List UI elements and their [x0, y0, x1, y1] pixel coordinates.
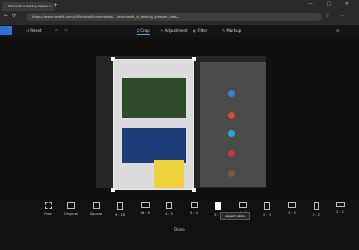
- crop-handle-top-right[interactable]: [192, 57, 196, 61]
- ratio-3-2[interactable]: 3 : 2: [280, 202, 304, 215]
- filter-icon: ◐: [193, 28, 197, 33]
- sidebar-avatar: [228, 130, 235, 137]
- tab-crop[interactable]: ⌗Crop: [137, 27, 150, 35]
- sidebar-avatar: [228, 170, 235, 177]
- sidebar-avatar: [228, 150, 235, 157]
- ratio-4-5[interactable]: 4 : 5: [157, 202, 181, 216]
- sidebar-avatar: [228, 112, 235, 119]
- favorites-icon[interactable]: ☆: [325, 13, 329, 19]
- ratio-1-2-icon: [313, 202, 319, 210]
- tooltip: Aspect ratios: [220, 212, 250, 220]
- crop-handle-bottom-right[interactable]: [192, 188, 196, 192]
- tab-markup[interactable]: ✎Markup: [222, 27, 241, 34]
- ratio-2-3[interactable]: 2 : 3: [255, 202, 279, 217]
- ratio-4-3-icon: [239, 202, 247, 208]
- done-button[interactable]: Done: [0, 227, 359, 232]
- ratio-9-16[interactable]: 9 : 16: [108, 202, 132, 217]
- tab-adjustment[interactable]: ☼Adjustment: [160, 27, 188, 34]
- free-ratio-icon: [44, 202, 52, 209]
- image-thumbnail: [154, 160, 184, 188]
- ratio-2-3-icon: [264, 202, 270, 210]
- menu-icon[interactable]: ⋯: [340, 13, 345, 19]
- ratio-square[interactable]: Square: [84, 202, 108, 216]
- cropped-image: [114, 60, 193, 189]
- ratio-1-2[interactable]: 1 : 2: [304, 202, 328, 217]
- ratio-original[interactable]: Original: [59, 202, 83, 216]
- crop-handle-bottom-left[interactable]: [111, 188, 115, 192]
- tab-filter[interactable]: ◐Filter: [193, 27, 207, 34]
- ratio-3-2-icon: [288, 202, 296, 208]
- browser-tab[interactable]: Microsoft is testing sleeper t…: [2, 2, 54, 11]
- ratio-4-5-icon: [166, 202, 172, 209]
- adjustment-icon: ☼: [160, 28, 164, 33]
- ratio-5-4[interactable]: 5 : 4: [182, 202, 206, 215]
- reset-button[interactable]: ↺Reset: [26, 27, 42, 34]
- crop-handle-top-left[interactable]: [111, 57, 115, 61]
- new-tab-button[interactable]: +: [53, 2, 58, 10]
- image-thumbnail: [122, 128, 186, 163]
- sidebar-avatar: [228, 90, 235, 97]
- ratio-3-4-icon: [215, 202, 221, 210]
- undo-icon[interactable]: ↶: [55, 27, 58, 34]
- ratio-16-9-icon: [140, 202, 150, 208]
- ratio-2-1-icon: [335, 202, 345, 207]
- redo-icon[interactable]: ↷: [64, 27, 67, 34]
- address-bar[interactable]: https://www.reddit.com/r/Microsoft/comme…: [26, 13, 322, 21]
- toolbar-app-icon[interactable]: [0, 26, 12, 35]
- ratio-9-16-icon: [117, 202, 123, 210]
- window-controls[interactable]: — ▢ ✕: [308, 1, 355, 7]
- original-ratio-icon: [67, 202, 75, 209]
- reset-icon: ↺: [26, 28, 30, 33]
- ratio-5-4-icon: [190, 202, 198, 208]
- close-icon[interactable]: ✕: [336, 27, 339, 34]
- ratio-2-1[interactable]: 2 : 1: [328, 202, 352, 214]
- refresh-icon[interactable]: ⟳: [12, 13, 16, 19]
- crop-frame[interactable]: [113, 59, 194, 190]
- back-icon[interactable]: ←: [4, 13, 8, 19]
- browser-title-bar: Microsoft is testing sleeper t… + — ▢ ✕ …: [0, 0, 359, 25]
- ratio-16-9[interactable]: 16 : 9: [133, 202, 157, 215]
- crop-icon: ⌗: [137, 28, 140, 33]
- image-thumbnail: [122, 78, 186, 118]
- markup-icon: ✎: [222, 28, 226, 33]
- square-ratio-icon: [92, 202, 100, 209]
- ratio-free[interactable]: Free: [36, 202, 60, 216]
- dimmed-sidebar-area: [200, 62, 266, 187]
